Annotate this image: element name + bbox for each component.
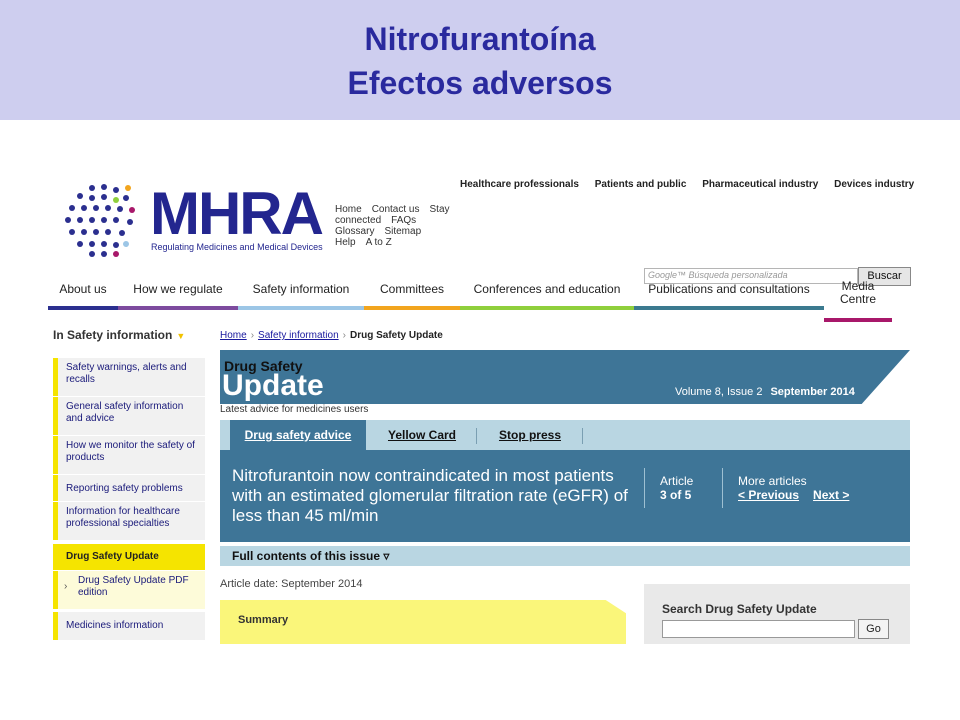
sidebar-title-label: In Safety information (53, 328, 173, 342)
article-divider (644, 468, 645, 508)
sidebar-item-reporting[interactable]: Reporting safety problems (53, 475, 205, 501)
dsu-tagline: Latest advice for medicines users (220, 404, 369, 415)
mhra-logo-text: MHRA (150, 180, 324, 247)
nav-publications-and-consultations[interactable]: Publications and consultations (634, 274, 824, 310)
full-contents-toggle[interactable]: Full contents of this issue ▿ (220, 546, 910, 566)
article-number-value: 3 of 5 (660, 488, 692, 502)
slide-title-line1: Nitrofurantoína (364, 21, 596, 57)
glossary-link[interactable]: Glossary (335, 226, 374, 237)
triangle-down-icon: ▼ (176, 331, 186, 341)
article-divider (722, 468, 723, 508)
stay-connected-link-cont[interactable]: connected (335, 215, 381, 226)
nav-how-we-regulate[interactable]: How we regulate (118, 274, 238, 310)
more-articles: More articles < Previous Next > (738, 474, 863, 502)
sidebar-item-drug-safety-update[interactable]: Drug Safety Update (53, 544, 205, 570)
article-header: Nitrofurantoin now contraindicated in mo… (220, 450, 910, 542)
sidebar-item-medicines-information[interactable]: Medicines information (53, 612, 205, 640)
breadcrumb-safety-information[interactable]: Safety information (258, 330, 339, 341)
search-dsu-go-button[interactable]: Go (858, 619, 889, 639)
article-number: Article 3 of 5 (660, 474, 693, 502)
nav-committees[interactable]: Committees (364, 274, 460, 310)
more-articles-label: More articles (738, 474, 807, 488)
next-article-link[interactable]: Next > (813, 488, 849, 502)
contact-us-link[interactable]: Contact us (372, 204, 420, 215)
nav-pharmaceutical-industry[interactable]: Pharmaceutical industry (702, 179, 818, 190)
sitemap-link[interactable]: Sitemap (384, 226, 421, 237)
summary-label: Summary (238, 614, 289, 626)
dsu-volume-label: Volume 8, Issue 2 (675, 386, 763, 398)
search-dsu-label: Search Drug Safety Update (662, 602, 817, 616)
sidebar-item-dsu-pdf-label: Drug Safety Update PDF edition (78, 575, 189, 598)
sidebar-item-safety-warnings[interactable]: Safety warnings, alerts and recalls (53, 358, 205, 396)
tab-divider (476, 428, 477, 444)
tab-divider (582, 428, 583, 444)
chevron-right-icon: › (64, 581, 68, 592)
breadcrumb-current: Drug Safety Update (349, 330, 443, 341)
tab-stop-press[interactable]: Stop press (480, 420, 580, 450)
slide-title-line2: Efectos adversos (347, 65, 613, 101)
search-dsu-input[interactable] (662, 620, 855, 638)
help-link[interactable]: Help (335, 237, 356, 248)
tab-yellow-card[interactable]: Yellow Card (370, 420, 474, 450)
nav-patients-and-public[interactable]: Patients and public (595, 179, 687, 190)
mhra-logo-subtitle: Regulating Medicines and Medical Devices (151, 242, 323, 252)
nav-media-centre[interactable]: Media Centre (824, 274, 892, 322)
stay-connected-link[interactable]: Stay (430, 204, 450, 215)
nav-safety-information[interactable]: Safety information (238, 274, 364, 310)
sidebar-item-general-safety[interactable]: General safety information and advice (53, 397, 205, 435)
previous-article-link[interactable]: < Previous (738, 488, 799, 502)
dsu-title-large: Update (222, 369, 324, 402)
mhra-webpage-screenshot: MHRA Regulating Medicines and Medical De… (48, 166, 914, 644)
breadcrumb-separator: › (342, 330, 346, 341)
nav-about-us[interactable]: About us (48, 274, 118, 310)
breadcrumb: Home › Safety information › Drug Safety Upda… (220, 330, 443, 341)
dsu-volume: Volume 8, Issue 2 September 2014 (675, 386, 855, 398)
home-link[interactable]: Home (335, 204, 362, 215)
main-nav: About us How we regulate Safety informat… (48, 274, 914, 322)
utility-links: Home Contact us Stay connected FAQs Glossar… (335, 204, 460, 248)
breadcrumb-home[interactable]: Home (220, 330, 247, 341)
faqs-link[interactable]: FAQs (391, 215, 416, 226)
dsu-tabs: Drug safety advice Yellow Card Stop pres… (220, 420, 910, 450)
sidebar-title: In Safety information ▼ (53, 328, 185, 342)
nav-conferences-and-education[interactable]: Conferences and education (460, 274, 634, 310)
article-date: Article date: September 2014 (220, 578, 363, 590)
sidebar-item-how-we-monitor[interactable]: How we monitor the safety of products (53, 436, 205, 474)
article-title: Nitrofurantoin now contraindicated in mo… (232, 466, 628, 525)
a-to-z-link[interactable]: A to Z (366, 237, 392, 248)
search-dsu-panel: Search Drug Safety Update Go (644, 584, 910, 644)
tab-drug-safety-advice[interactable]: Drug safety advice (230, 420, 366, 450)
audience-nav: Healthcare professionals Patients and pu… (460, 179, 914, 190)
mhra-logo-dots-icon (65, 184, 135, 257)
article-number-label: Article (660, 474, 694, 488)
sidebar-item-healthcare-specialties[interactable]: Information for healthcare professional … (53, 502, 205, 540)
dsu-date: September 2014 (770, 386, 855, 398)
summary-box: Summary (220, 600, 626, 644)
slide-header: Nitrofurantoína Efectos adversos (0, 0, 960, 120)
breadcrumb-separator: › (250, 330, 255, 341)
nav-healthcare-professionals[interactable]: Healthcare professionals (460, 179, 579, 190)
nav-devices-industry[interactable]: Devices industry (834, 179, 914, 190)
sidebar-item-dsu-pdf[interactable]: › Drug Safety Update PDF edition (53, 571, 205, 609)
dsu-banner: Drug Safety Update Volume 8, Issue 2 Sept… (220, 350, 910, 404)
